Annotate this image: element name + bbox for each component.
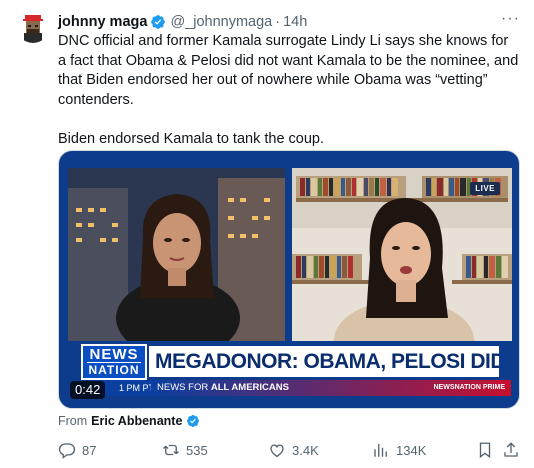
repost-count: 535 xyxy=(186,442,208,458)
anchor-scene xyxy=(68,168,285,341)
author-handle[interactable]: @_johnnymaga xyxy=(170,14,272,30)
news-ticker: NEWS FOR ALL AMERICANS NEWSNATION PRIME xyxy=(151,380,511,396)
more-icon[interactable]: ··· xyxy=(501,10,520,28)
share-icon xyxy=(504,442,518,457)
tweet-text: DNC official and former Kamala surrogate… xyxy=(58,32,520,149)
reply-icon xyxy=(58,443,76,459)
views-button[interactable]: 134K xyxy=(372,440,426,460)
ticker-prefix: NEWS FOR xyxy=(157,382,211,393)
like-button[interactable]: 3.4K xyxy=(268,440,319,460)
tweet-paragraph: Biden endorsed Kamala to tank the coup. xyxy=(58,130,325,147)
bookmark-icon xyxy=(479,442,491,459)
share-button[interactable] xyxy=(502,440,526,460)
tweet-paragraph: DNC official and former Kamala surrogate… xyxy=(58,33,519,108)
reply-button[interactable]: 87 xyxy=(58,440,96,460)
newsnation-logo: NEWS NATION xyxy=(81,344,147,380)
ticker-bold: ALL AMERICANS xyxy=(210,382,289,393)
timestamp[interactable]: 14h xyxy=(283,14,307,30)
repost-icon xyxy=(163,444,179,456)
logo-line1: NEWS xyxy=(89,345,139,363)
verified-icon xyxy=(186,414,200,428)
like-icon xyxy=(270,444,284,458)
logo-line2: NATION xyxy=(87,361,141,377)
repost-button[interactable]: 535 xyxy=(162,440,208,460)
action-bar: 87 535 3.4K 134K xyxy=(58,440,520,460)
video-frame-guest: LIVE xyxy=(292,168,512,341)
avatar-image xyxy=(17,11,49,43)
video-player[interactable]: LIVE NEWS NATION MEGADONOR: OBAMA, PELOS… xyxy=(58,150,520,409)
separator-dot: · xyxy=(275,14,281,30)
bookmark-button[interactable] xyxy=(476,440,500,460)
ticker-brand: NEWSNATION PRIME xyxy=(433,384,505,391)
like-count: 3.4K xyxy=(292,442,319,458)
source-name[interactable]: Eric Abbenante xyxy=(91,414,182,428)
video-frame-anchor xyxy=(68,168,285,341)
tweet-header: johnny maga @_johnnymaga · 14h ··· xyxy=(58,10,520,32)
video-duration[interactable]: 0:42 xyxy=(70,381,106,399)
chyron-headline: MEGADONOR: OBAMA, PELOSI DIDN'T WANT HAR… xyxy=(149,346,499,377)
verified-icon xyxy=(150,14,166,30)
views-count: 134K xyxy=(396,442,427,458)
live-badge: LIVE xyxy=(470,182,500,195)
source-attribution: From Eric Abbenante xyxy=(58,414,204,428)
views-icon xyxy=(374,444,387,457)
from-label: From xyxy=(58,414,88,428)
avatar[interactable] xyxy=(17,11,49,43)
reply-count: 87 xyxy=(82,442,97,458)
broadcast-clock: 1 PM PT xyxy=(97,380,159,396)
author-name[interactable]: johnny maga xyxy=(58,14,147,30)
